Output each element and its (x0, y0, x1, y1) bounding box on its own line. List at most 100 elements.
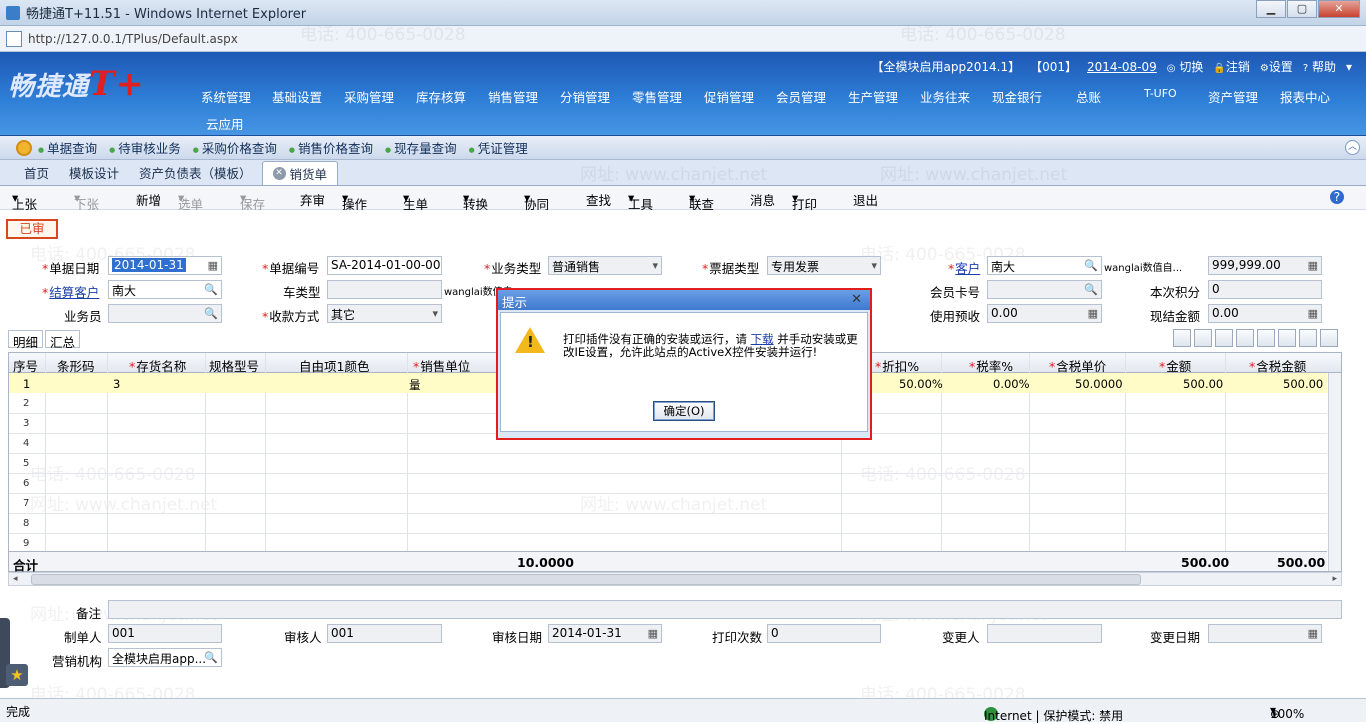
quick-link[interactable]: 待审核业务 (109, 138, 181, 157)
help-icon[interactable]: ? (1330, 190, 1344, 204)
auditor-field[interactable]: 001 (327, 624, 442, 643)
prev-button[interactable]: 上张 ▾ (12, 190, 37, 212)
nav-item[interactable]: 销售管理 (488, 87, 538, 106)
close-tab-icon[interactable]: ✕ (272, 167, 286, 180)
paste-icon[interactable] (1194, 329, 1212, 347)
export-icon[interactable] (1278, 329, 1296, 347)
find-icon[interactable] (1236, 329, 1254, 347)
member-field[interactable]: 🔍 (987, 280, 1102, 299)
find-button[interactable]: 查找 (586, 190, 611, 209)
settle-customer-label[interactable]: 结算客户 (42, 282, 99, 301)
org-field[interactable]: 全模块启用app... 🔍 (108, 648, 222, 667)
maximize-button[interactable]: ▢ (1287, 0, 1317, 18)
url-text[interactable]: http://127.0.0.1/TPlus/Default.aspx (28, 32, 238, 46)
nav-item[interactable]: 报表中心 (1280, 87, 1330, 106)
linked-query-button[interactable]: 联查 ▾ (689, 190, 714, 212)
nav-item[interactable]: 生产管理 (848, 87, 898, 106)
help-link[interactable]: ? 帮助 (1303, 58, 1336, 75)
convert-button[interactable]: 转换 ▾ (463, 190, 488, 212)
switch-link[interactable]: ◎ 切换 (1167, 58, 1204, 75)
zoom-control[interactable]: ⊕ 100% ▾ (1270, 703, 1304, 721)
settings-link[interactable]: ⚙设置 (1260, 58, 1293, 75)
audit-date-field[interactable]: 2014-01-31 ▦ (548, 624, 662, 643)
remark-field[interactable] (108, 600, 1342, 619)
quick-link[interactable]: 凭证管理 (469, 138, 528, 157)
nav-item[interactable]: 分销管理 (560, 87, 610, 106)
operate-button[interactable]: 操作 ▾ (342, 190, 367, 212)
favorites-star-icon[interactable]: ★ (6, 664, 28, 686)
zoom-icon[interactable] (1257, 329, 1275, 347)
message-button[interactable]: 消息 (750, 190, 775, 209)
nav-item[interactable]: 采购管理 (344, 87, 394, 106)
select-button[interactable]: 选单 ▾ (178, 190, 203, 212)
download-link[interactable]: 下载 (751, 332, 774, 346)
customer-label[interactable]: 客户 (948, 258, 980, 277)
grid-horizontal-scrollbar[interactable]: ◂ ▸ (8, 572, 1342, 586)
save-layout-icon[interactable] (1320, 329, 1338, 347)
tab-home[interactable]: 首页 (14, 160, 59, 185)
biz-type-select[interactable]: 普通销售 ▾ (548, 256, 662, 275)
tab-summary[interactable]: 汇总 (45, 330, 81, 350)
doc-date-field[interactable]: 2014-01-31 ▦ (108, 256, 222, 275)
collapse-up-icon[interactable]: ︿ (1345, 140, 1360, 155)
new-button[interactable]: 新增 (136, 190, 161, 209)
tab-template-design[interactable]: 模板设计 (59, 160, 129, 185)
settle-customer-field[interactable]: 南大 🔍 (108, 280, 222, 299)
maker-field[interactable]: 001 (108, 624, 222, 643)
tools-button[interactable]: 工具 ▾ (628, 190, 653, 212)
quick-link[interactable]: 单据查询 (38, 138, 97, 157)
generate-button[interactable]: 生单 ▾ (403, 190, 428, 212)
tab-balance-sheet[interactable]: 资产负债表（模板） (129, 160, 262, 185)
address-bar[interactable]: http://127.0.0.1/TPlus/Default.aspx (0, 26, 1366, 52)
payment-select[interactable]: 其它 ▾ (327, 304, 442, 323)
nav-item[interactable]: 云应用 (206, 114, 244, 133)
changer-field[interactable] (987, 624, 1102, 643)
nav-item[interactable]: T-UFO (1144, 87, 1177, 100)
salesman-field[interactable]: 🔍 (108, 304, 222, 323)
vehicle-field[interactable] (327, 280, 442, 299)
insert-row-icon[interactable] (1215, 329, 1233, 347)
close-icon[interactable]: ✕ (851, 292, 862, 307)
save-button[interactable]: 保存 ▾ (240, 190, 265, 212)
doc-no-field[interactable]: SA-2014-01-00-00... (327, 256, 442, 275)
login-date-link[interactable]: 2014-08-09 (1087, 60, 1157, 74)
chart-icon[interactable] (1299, 329, 1317, 347)
customer-field[interactable]: 南大 🔍 (987, 256, 1102, 275)
nav-item[interactable]: 会员管理 (776, 87, 826, 106)
exit-button[interactable]: 退出 (853, 190, 878, 209)
gear-icon[interactable] (16, 139, 32, 156)
nav-item[interactable]: 资产管理 (1208, 87, 1258, 106)
minimize-button[interactable]: ▁ (1256, 0, 1286, 18)
change-date-field[interactable]: ▦ (1208, 624, 1322, 643)
logout-link[interactable]: 🔒注销 (1213, 58, 1249, 75)
print-button[interactable]: 打印 ▾ (792, 190, 817, 212)
nav-item[interactable]: 库存核算 (416, 87, 466, 106)
nav-item[interactable]: 零售管理 (632, 87, 682, 106)
copy-row-icon[interactable] (1173, 329, 1191, 347)
print-count-field[interactable]: 0 (767, 624, 881, 643)
nav-item[interactable]: 业务往来 (920, 87, 970, 106)
close-window-button[interactable]: ✕ (1318, 0, 1360, 18)
quick-link[interactable]: 现存量查询 (385, 138, 457, 157)
invoice-type-select[interactable]: 专用发票 ▾ (767, 256, 881, 275)
quick-link[interactable]: 销售价格查询 (289, 138, 373, 157)
nav-item[interactable]: 系统管理 (201, 87, 251, 106)
nav-item[interactable]: 促销管理 (704, 87, 754, 106)
quick-link[interactable]: 采购价格查询 (193, 138, 277, 157)
cash-field[interactable]: 0.00 ▦ (1208, 304, 1322, 323)
nav-item[interactable]: 基础设置 (272, 87, 322, 106)
tab-detail[interactable]: 明细 (8, 330, 44, 350)
nav-item[interactable]: 总账 (1076, 87, 1101, 106)
next-button[interactable]: 下张 ▾ (74, 190, 99, 212)
ok-button[interactable]: 确定(O) (653, 401, 715, 421)
points-field[interactable]: 0 (1208, 280, 1322, 299)
chevron-down-icon[interactable]: ▾ (1346, 60, 1352, 74)
grid-vertical-scrollbar[interactable] (1328, 373, 1341, 571)
unaudit-button[interactable]: 弃审 (300, 190, 325, 209)
collaborate-button[interactable]: 协同 ▾ (524, 190, 549, 212)
nav-item[interactable]: 现金银行 (992, 87, 1042, 106)
balance-field[interactable]: 999,999.00 ▦ (1208, 256, 1322, 275)
prepay-field[interactable]: 0.00 ▦ (987, 304, 1102, 323)
tab-sales-order[interactable]: ✕ 销货单 (261, 161, 339, 185)
scroll-thumb[interactable] (31, 574, 1141, 585)
